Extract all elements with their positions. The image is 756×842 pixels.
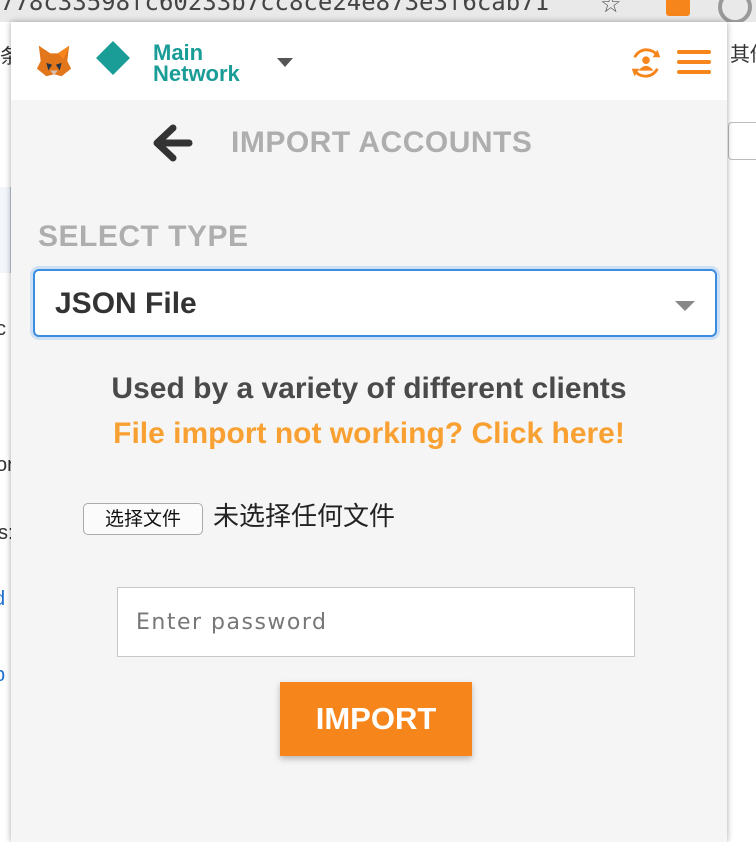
browser-address-bar: 778c33598fc60233b7cc8ce24e873e3f6cab71 ☆ xyxy=(0,0,756,23)
metamask-fox-icon[interactable] xyxy=(35,42,73,80)
network-name[interactable]: Main Network xyxy=(153,42,273,85)
select-type-label: SELECT TYPE xyxy=(38,220,249,253)
file-import-help-link[interactable]: File import not working? Click here! xyxy=(11,417,727,451)
network-diamond-icon[interactable] xyxy=(96,41,130,75)
background-text: 其他 xyxy=(730,44,756,66)
browser-reload-icon[interactable] xyxy=(718,0,752,22)
password-input[interactable] xyxy=(117,587,635,657)
select-value: JSON File xyxy=(55,287,197,320)
background-text: c xyxy=(0,318,6,340)
background-link[interactable]: d xyxy=(0,588,5,611)
choose-file-button[interactable]: 选择文件 xyxy=(83,503,203,535)
network-dropdown-caret-icon[interactable] xyxy=(277,58,293,67)
import-description: Used by a variety of different clients xyxy=(111,372,627,405)
background-link[interactable]: b xyxy=(0,664,5,687)
chevron-down-icon xyxy=(675,301,695,311)
import-type-select[interactable]: JSON File xyxy=(33,269,717,337)
account-sync-icon[interactable] xyxy=(627,44,665,82)
file-status-text: 未选择任何文件 xyxy=(213,502,396,532)
metamask-popup: Main Network IMPORT ACCOUNTS SELECT TYPE… xyxy=(11,22,727,842)
hamburger-menu-icon[interactable] xyxy=(677,50,711,76)
back-arrow-icon[interactable] xyxy=(151,122,193,164)
page-title: IMPORT ACCOUNTS xyxy=(231,126,533,159)
background-select[interactable] xyxy=(728,122,756,160)
metamask-extension-icon[interactable] xyxy=(666,0,690,16)
url-text[interactable]: 778c33598fc60233b7cc8ce24e873e3f6cab71 xyxy=(0,0,549,16)
app-header: Main Network xyxy=(11,22,727,100)
bookmark-star-icon[interactable]: ☆ xyxy=(600,0,622,18)
import-button[interactable]: IMPORT xyxy=(280,682,472,756)
